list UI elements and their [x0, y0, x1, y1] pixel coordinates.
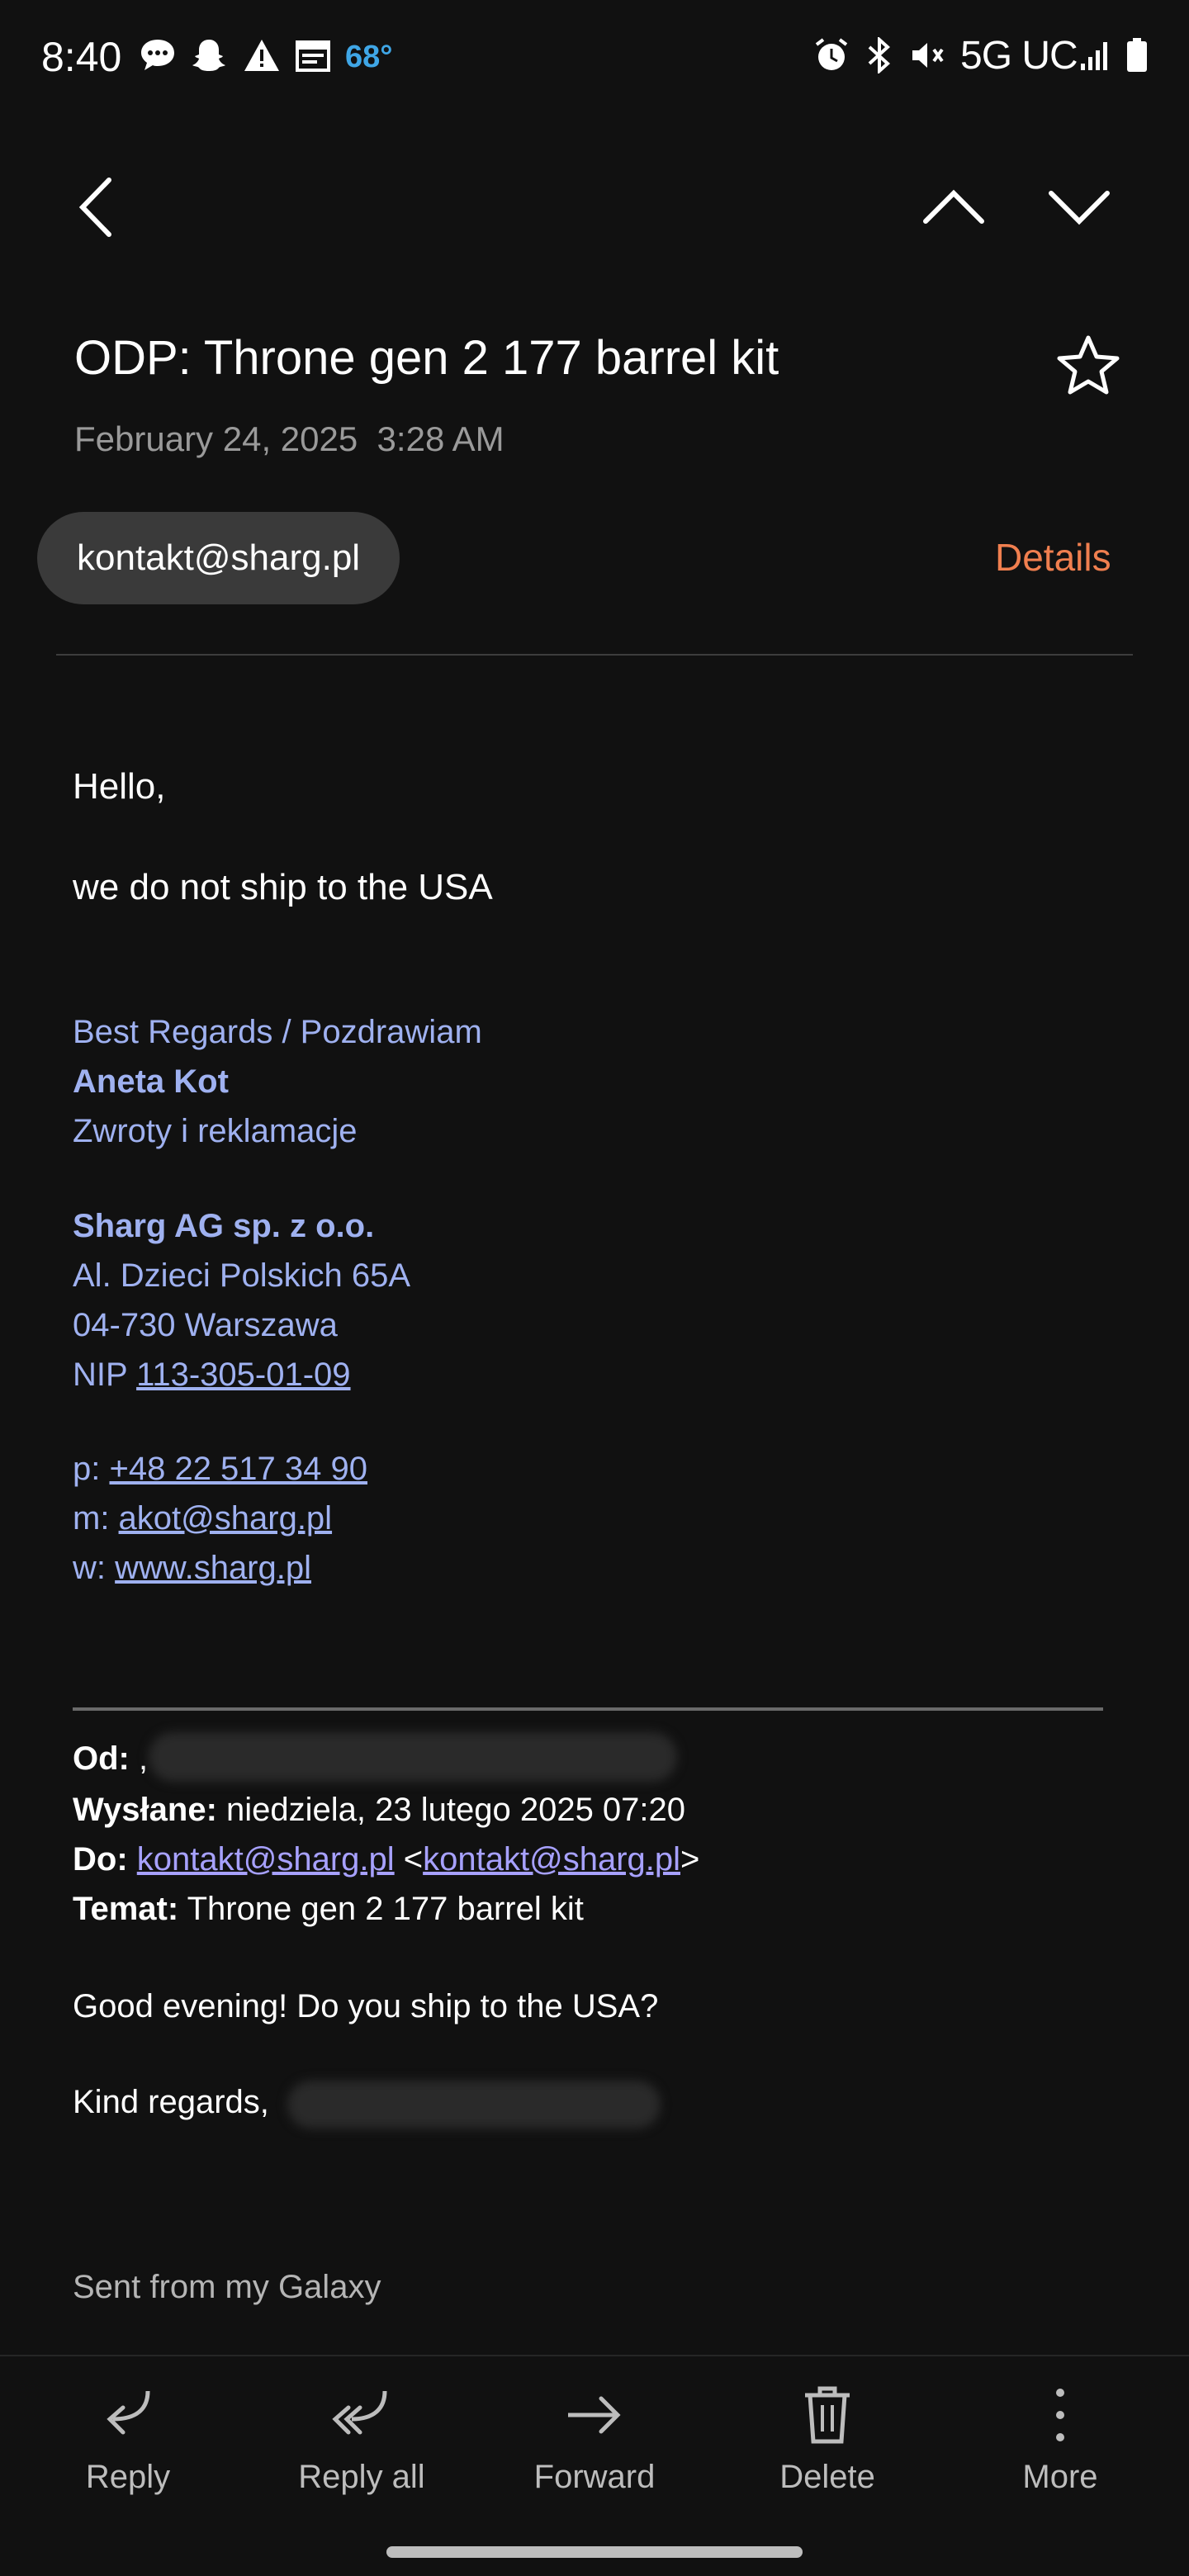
reply-button[interactable]: Reply — [37, 2378, 219, 2496]
delete-button[interactable]: Delete — [737, 2378, 918, 2496]
forward-button[interactable]: Forward — [504, 2378, 685, 2496]
quoted-sent: Wysłane: niedziela, 23 lutego 2025 07:20 — [73, 1792, 686, 1828]
more-vertical-icon — [1052, 2378, 1068, 2452]
sender-chip[interactable]: kontakt@sharg.pl — [37, 512, 400, 604]
next-email-button[interactable] — [1042, 170, 1116, 244]
signature-nip: NIP 113-305-01-09 — [73, 1357, 351, 1393]
quoted-closing: Kind regards, — [73, 2084, 269, 2120]
more-button[interactable]: More — [969, 2378, 1151, 2496]
status-temperature: 68° — [345, 40, 393, 74]
reply-icon — [98, 2378, 158, 2452]
network-type: 5G UC — [960, 34, 1078, 78]
quoted-to: Do: kontakt@sharg.pl <kontakt@sharg.pl> — [73, 1841, 700, 1878]
signature-role: Zwroty i reklamacje — [73, 1113, 358, 1149]
signature-regards: Best Regards / Pozdrawiam — [73, 1014, 482, 1050]
signature-mail: m: akot@sharg.pl — [73, 1500, 333, 1537]
signature-web: w: www.sharg.pl — [73, 1550, 311, 1586]
signature-address1: Al. Dzieci Polskich 65A — [73, 1257, 411, 1294]
chat-icon — [137, 35, 178, 76]
details-link[interactable]: Details — [995, 535, 1111, 580]
reply-all-icon — [329, 2378, 395, 2452]
signature-name: Aneta Kot — [73, 1063, 229, 1100]
status-time: 8:40 — [41, 34, 122, 80]
quoted-from: Od: , — [73, 1740, 149, 1777]
sent-from: Sent from my Galaxy — [73, 2269, 381, 2305]
snapchat-icon — [188, 35, 230, 76]
chevron-down-icon — [1049, 191, 1110, 225]
back-button[interactable] — [59, 170, 134, 244]
chevron-up-icon — [923, 189, 984, 224]
chevron-left-icon — [78, 178, 111, 237]
battery-icon — [1116, 35, 1158, 76]
to-link[interactable]: kontakt@sharg.pl — [137, 1841, 395, 1878]
mail-link[interactable]: akot@sharg.pl — [119, 1500, 333, 1537]
email-subject: ODP: Throne gen 2 177 barrel kit — [74, 331, 779, 385]
phone-link[interactable]: +48 22 517 34 90 — [109, 1451, 367, 1487]
quoted-message: Good evening! Do you ship to the USA? — [73, 1988, 659, 2024]
redaction — [287, 2081, 661, 2129]
quote-divider — [73, 1707, 1103, 1711]
signal-icon — [1075, 35, 1116, 76]
quoted-subject: Temat: Throne gen 2 177 barrel kit — [73, 1891, 584, 1927]
bluetooth-icon — [859, 35, 900, 76]
body-greeting: Hello, — [73, 766, 166, 807]
to-link-2[interactable]: kontakt@sharg.pl — [423, 1841, 680, 1878]
warning-icon — [241, 35, 282, 76]
previous-email-button[interactable] — [917, 170, 991, 244]
trash-icon — [802, 2378, 853, 2452]
calendar-icon — [292, 35, 334, 76]
web-link[interactable]: www.sharg.pl — [115, 1550, 311, 1586]
bottom-divider — [0, 2355, 1189, 2356]
email-date: February 24, 2025 3:28 AM — [74, 419, 504, 458]
body-text: we do not ship to the USA — [73, 867, 493, 907]
redaction — [149, 1732, 677, 1782]
signature-address2: 04-730 Warszawa — [73, 1307, 338, 1343]
star-icon — [1057, 335, 1120, 395]
vibrate-icon — [907, 35, 948, 76]
reply-all-button[interactable]: Reply all — [271, 2378, 452, 2496]
header-divider — [56, 654, 1133, 656]
nip-link[interactable]: 113-305-01-09 — [136, 1357, 350, 1393]
forward-icon — [565, 2378, 624, 2452]
alarm-icon — [811, 35, 852, 76]
signature-company: Sharg AG sp. z o.o. — [73, 1208, 375, 1244]
signature-phone: p: +48 22 517 34 90 — [73, 1451, 368, 1487]
home-indicator[interactable] — [386, 2546, 803, 2558]
star-button[interactable] — [1049, 326, 1128, 405]
